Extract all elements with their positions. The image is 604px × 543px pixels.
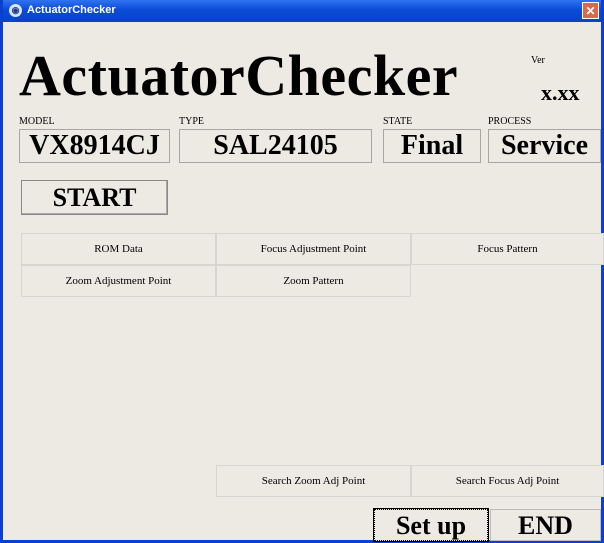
model-label: MODEL <box>19 116 55 127</box>
app-icon: ◉ <box>9 4 22 17</box>
process-field: Service <box>488 129 601 163</box>
setup-button[interactable]: Set up <box>373 508 489 542</box>
type-field: SAL24105 <box>179 129 372 163</box>
search-zoom-adj-point-button[interactable]: Search Zoom Adj Point <box>216 465 411 497</box>
zoom-pattern-button[interactable]: Zoom Pattern <box>216 265 411 297</box>
model-field: VX8914CJ <box>19 129 170 163</box>
title-bar: ◉ ActuatorChecker ✕ <box>3 0 601 22</box>
type-label: TYPE <box>179 116 204 127</box>
zoom-adjustment-point-button[interactable]: Zoom Adjustment Point <box>21 265 216 297</box>
app-heading: ActuatorChecker <box>19 43 459 108</box>
state-label: STATE <box>383 116 413 127</box>
version-label: Ver <box>531 55 545 66</box>
process-label: PROCESS <box>488 116 532 127</box>
close-button[interactable]: ✕ <box>582 2 599 19</box>
rom-data-button[interactable]: ROM Data <box>21 233 216 265</box>
window-title: ActuatorChecker <box>27 4 116 16</box>
end-button[interactable]: END <box>490 509 601 541</box>
focus-adjustment-point-button[interactable]: Focus Adjustment Point <box>216 233 411 265</box>
start-button[interactable]: START <box>21 180 168 215</box>
state-field: Final <box>383 129 481 163</box>
search-focus-adj-point-button[interactable]: Search Focus Adj Point <box>411 465 604 497</box>
app-window: ◉ ActuatorChecker ✕ ActuatorChecker Ver … <box>0 0 604 543</box>
version-value: x.xx <box>541 80 580 105</box>
focus-pattern-button[interactable]: Focus Pattern <box>411 233 604 265</box>
